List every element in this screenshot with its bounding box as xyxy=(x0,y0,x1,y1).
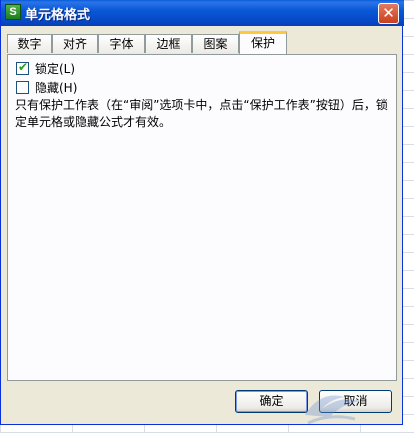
hidden-option[interactable]: 隐藏(H) xyxy=(16,80,78,95)
locked-option[interactable]: ✔ 锁定(L) xyxy=(16,59,76,76)
tab-border[interactable]: 边框 xyxy=(145,34,192,53)
tab-alignment[interactable]: 对齐 xyxy=(52,34,98,53)
cancel-button[interactable]: 取消 xyxy=(319,390,392,413)
hidden-checkbox[interactable] xyxy=(16,80,29,94)
wps-app-icon: S xyxy=(5,4,21,20)
format-cells-dialog: S 单元格格式 ✕ 数字 对齐 字体 边框 图案 保护 ✔ 锁定(L) 隐藏(H… xyxy=(0,0,404,425)
tab-protection[interactable]: 保护 xyxy=(239,31,287,54)
tab-font[interactable]: 字体 xyxy=(98,34,145,53)
locked-label: 锁定(L) xyxy=(35,61,76,76)
close-icon: ✕ xyxy=(382,4,395,22)
dialog-title: 单元格格式 xyxy=(25,8,91,23)
hidden-label: 隐藏(H) xyxy=(35,80,78,95)
title-bar[interactable]: S 单元格格式 ✕ xyxy=(1,0,404,26)
tab-pattern[interactable]: 图案 xyxy=(192,34,239,53)
protection-panel: ✔ 锁定(L) 隐藏(H) 只有保护工作表（在“审阅”选项卡中，点击“保护工作表… xyxy=(7,54,397,381)
checkmark-icon: ✔ xyxy=(18,59,29,74)
locked-checkbox[interactable]: ✔ xyxy=(16,59,29,75)
close-button[interactable]: ✕ xyxy=(378,3,399,24)
tab-number[interactable]: 数字 xyxy=(7,34,52,53)
protection-note: 只有保护工作表（在“审阅”选项卡中，点击“保护工作表”按钮）后，锁定单元格或隐藏… xyxy=(15,98,388,129)
ok-button[interactable]: 确定 xyxy=(235,390,308,413)
